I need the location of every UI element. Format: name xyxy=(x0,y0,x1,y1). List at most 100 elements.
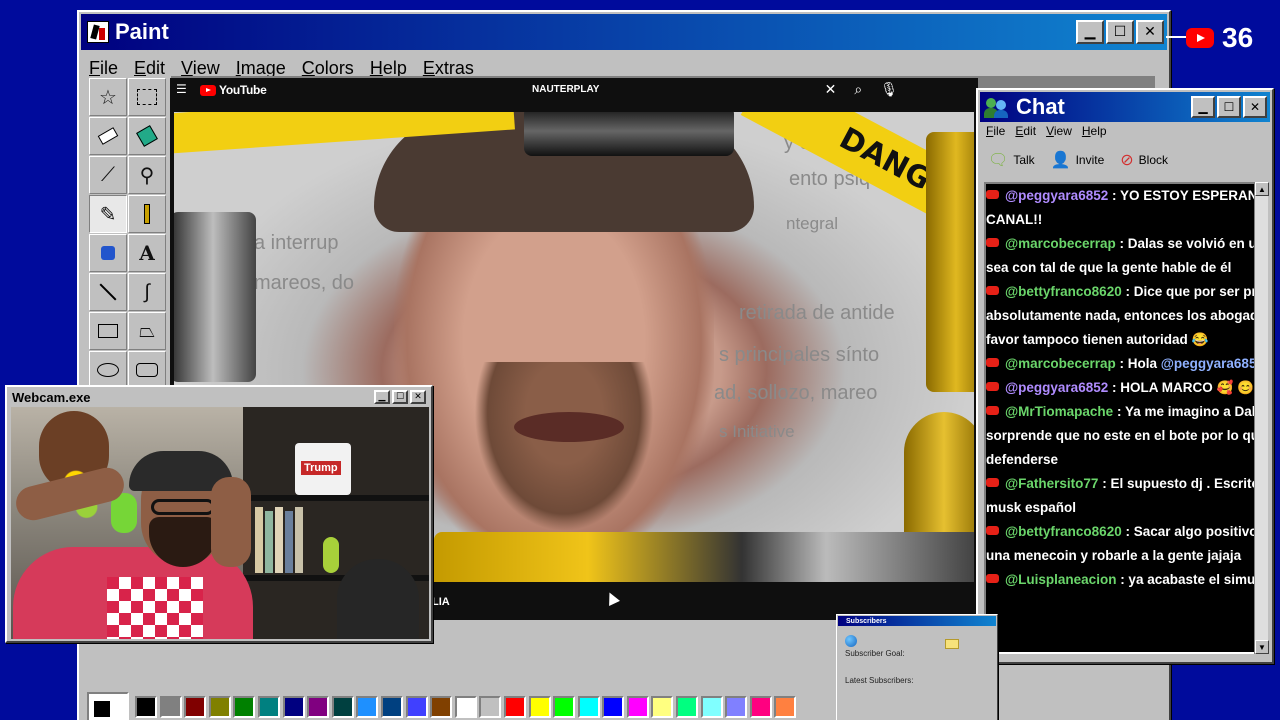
barrel-right-top xyxy=(926,132,974,392)
color-swatch[interactable] xyxy=(454,696,477,718)
chat-username[interactable]: @peggyara6852 xyxy=(1005,380,1108,395)
youtube-logo[interactable]: YouTube xyxy=(200,83,267,97)
minimize-button[interactable]: ▁ xyxy=(1191,96,1215,118)
color-swatch[interactable] xyxy=(700,696,723,718)
chat-mention[interactable]: @peggyara6852 xyxy=(1161,356,1254,371)
chat-message: @Fathersito77 : El supuesto dj . Escrito… xyxy=(986,472,1254,520)
airbrush-icon[interactable] xyxy=(89,234,127,272)
close-button[interactable]: ✕ xyxy=(1243,96,1267,118)
chat-log[interactable]: @peggyara6852 : YO ESTOY ESPERANDO ES CA… xyxy=(984,182,1256,654)
youtube-icon xyxy=(986,358,999,367)
color-swatch[interactable] xyxy=(602,696,625,718)
free-select-icon[interactable]: ☆ xyxy=(89,78,127,116)
color-picker-icon[interactable]: ⟋ xyxy=(89,156,127,194)
chat-username[interactable]: @MrTiomapache xyxy=(1005,404,1113,419)
latest-subscribers-label: Latest Subscribers: xyxy=(845,676,914,685)
chat-scrollbar[interactable]: ▲ ▼ xyxy=(1254,182,1269,654)
color-palette xyxy=(87,692,799,720)
hamburger-icon[interactable]: ☰ xyxy=(176,82,187,96)
line-icon[interactable] xyxy=(89,273,127,311)
color-swatch[interactable] xyxy=(405,696,428,718)
color-swatch[interactable] xyxy=(626,696,649,718)
microphone xyxy=(337,559,419,639)
text-icon[interactable]: A xyxy=(128,234,166,272)
chat-username[interactable]: @bettyfranco8620 xyxy=(1005,284,1122,299)
magnifier-icon[interactable]: ⚲ xyxy=(128,156,166,194)
book xyxy=(295,507,303,573)
color-swatch[interactable] xyxy=(749,696,772,718)
color-swatch[interactable] xyxy=(331,696,354,718)
minimize-button[interactable]: ▁ xyxy=(374,390,390,404)
rectangle-icon[interactable] xyxy=(89,312,127,350)
chat-username[interactable]: @bettyfranco8620 xyxy=(1005,524,1122,539)
barrel-top xyxy=(524,112,734,156)
color-swatch[interactable] xyxy=(528,696,551,718)
color-swatch[interactable] xyxy=(577,696,600,718)
counter-divider xyxy=(1166,36,1188,38)
menu-help[interactable]: Help xyxy=(1082,124,1107,138)
color-swatch[interactable] xyxy=(380,696,403,718)
color-swatch[interactable] xyxy=(184,696,207,718)
eraser-icon[interactable] xyxy=(89,117,127,155)
polygon-icon[interactable]: ⏢ xyxy=(128,312,166,350)
clear-search-icon[interactable]: ✕ xyxy=(825,81,837,98)
color-swatch[interactable] xyxy=(356,696,379,718)
chat-username[interactable]: @marcobecerrap xyxy=(1005,236,1116,251)
color-swatch[interactable] xyxy=(135,696,157,718)
bg-text: ntegral xyxy=(786,214,838,233)
color-swatch[interactable] xyxy=(774,696,797,718)
maximize-button[interactable]: ☐ xyxy=(1106,20,1134,44)
paint-titlebar[interactable]: Paint ▁ ☐ ✕ xyxy=(81,14,1167,50)
scroll-up-icon[interactable]: ▲ xyxy=(1255,182,1269,196)
scroll-down-icon[interactable]: ▼ xyxy=(1255,640,1269,654)
rounded-rect-icon[interactable] xyxy=(128,351,166,389)
color-swatch[interactable] xyxy=(307,696,330,718)
fill-icon[interactable] xyxy=(128,117,166,155)
minimize-button[interactable]: ▁ xyxy=(1076,20,1104,44)
maximize-button[interactable]: ☐ xyxy=(392,390,408,404)
webcam-feed: Trump xyxy=(11,407,429,639)
webcam-titlebar[interactable]: Webcam.exe ▁ ☐ ✕ xyxy=(9,389,429,405)
invite-button[interactable]: 👤 Invite xyxy=(1051,150,1105,170)
brush-icon[interactable] xyxy=(128,195,166,233)
youtube-icon xyxy=(986,190,999,199)
color-swatch[interactable] xyxy=(430,696,453,718)
chat-toolbar: 🗨 Talk 👤 Invite ⊘ Block xyxy=(988,150,1168,170)
pencil-icon[interactable]: ✎ xyxy=(89,195,127,233)
color-swatch[interactable] xyxy=(553,696,576,718)
barrel-bottom xyxy=(434,532,974,582)
close-button[interactable]: ✕ xyxy=(410,390,426,404)
subscriber-goal-label: Subscriber Goal: xyxy=(845,649,905,658)
microphone-icon[interactable]: 🎙 xyxy=(880,81,898,98)
color-swatch[interactable] xyxy=(257,696,280,718)
color-swatch[interactable] xyxy=(233,696,256,718)
bg-text: mareos, do xyxy=(254,272,355,294)
rect-select-icon[interactable] xyxy=(128,78,166,116)
menu-edit[interactable]: Edit xyxy=(1015,124,1036,138)
subscribers-titlebar[interactable]: Subscribers xyxy=(838,616,996,626)
chat-username[interactable]: @Fathersito77 xyxy=(1005,476,1098,491)
talk-button[interactable]: 🗨 Talk xyxy=(988,150,1035,170)
maximize-button[interactable]: ☐ xyxy=(1217,96,1241,118)
chat-text: : ya acabaste el simulador xyxy=(1120,572,1256,587)
chat-username[interactable]: @marcobecerrap xyxy=(1005,356,1116,371)
menu-file[interactable]: File xyxy=(986,124,1005,138)
color-swatch[interactable] xyxy=(159,696,182,718)
color-swatch[interactable] xyxy=(725,696,748,718)
close-button[interactable]: ✕ xyxy=(1136,20,1164,44)
chat-username[interactable]: @peggyara6852 xyxy=(1005,188,1108,203)
color-swatch[interactable] xyxy=(651,696,674,718)
chat-username[interactable]: @Luisplaneacion xyxy=(1005,572,1116,587)
ellipse-icon[interactable] xyxy=(89,351,127,389)
curve-icon[interactable]: ∫ xyxy=(128,273,166,311)
chat-titlebar[interactable]: Chat ▁ ☐ ✕ xyxy=(980,92,1270,122)
color-swatch[interactable] xyxy=(479,696,502,718)
color-swatch[interactable] xyxy=(676,696,699,718)
search-icon[interactable]: ⌕ xyxy=(854,81,862,98)
talk-icon: 🗨 xyxy=(988,152,1009,169)
color-swatch[interactable] xyxy=(503,696,526,718)
block-button[interactable]: ⊘ Block xyxy=(1120,150,1168,170)
color-swatch[interactable] xyxy=(208,696,231,718)
color-swatch[interactable] xyxy=(282,696,305,718)
menu-view[interactable]: View xyxy=(1046,124,1072,138)
